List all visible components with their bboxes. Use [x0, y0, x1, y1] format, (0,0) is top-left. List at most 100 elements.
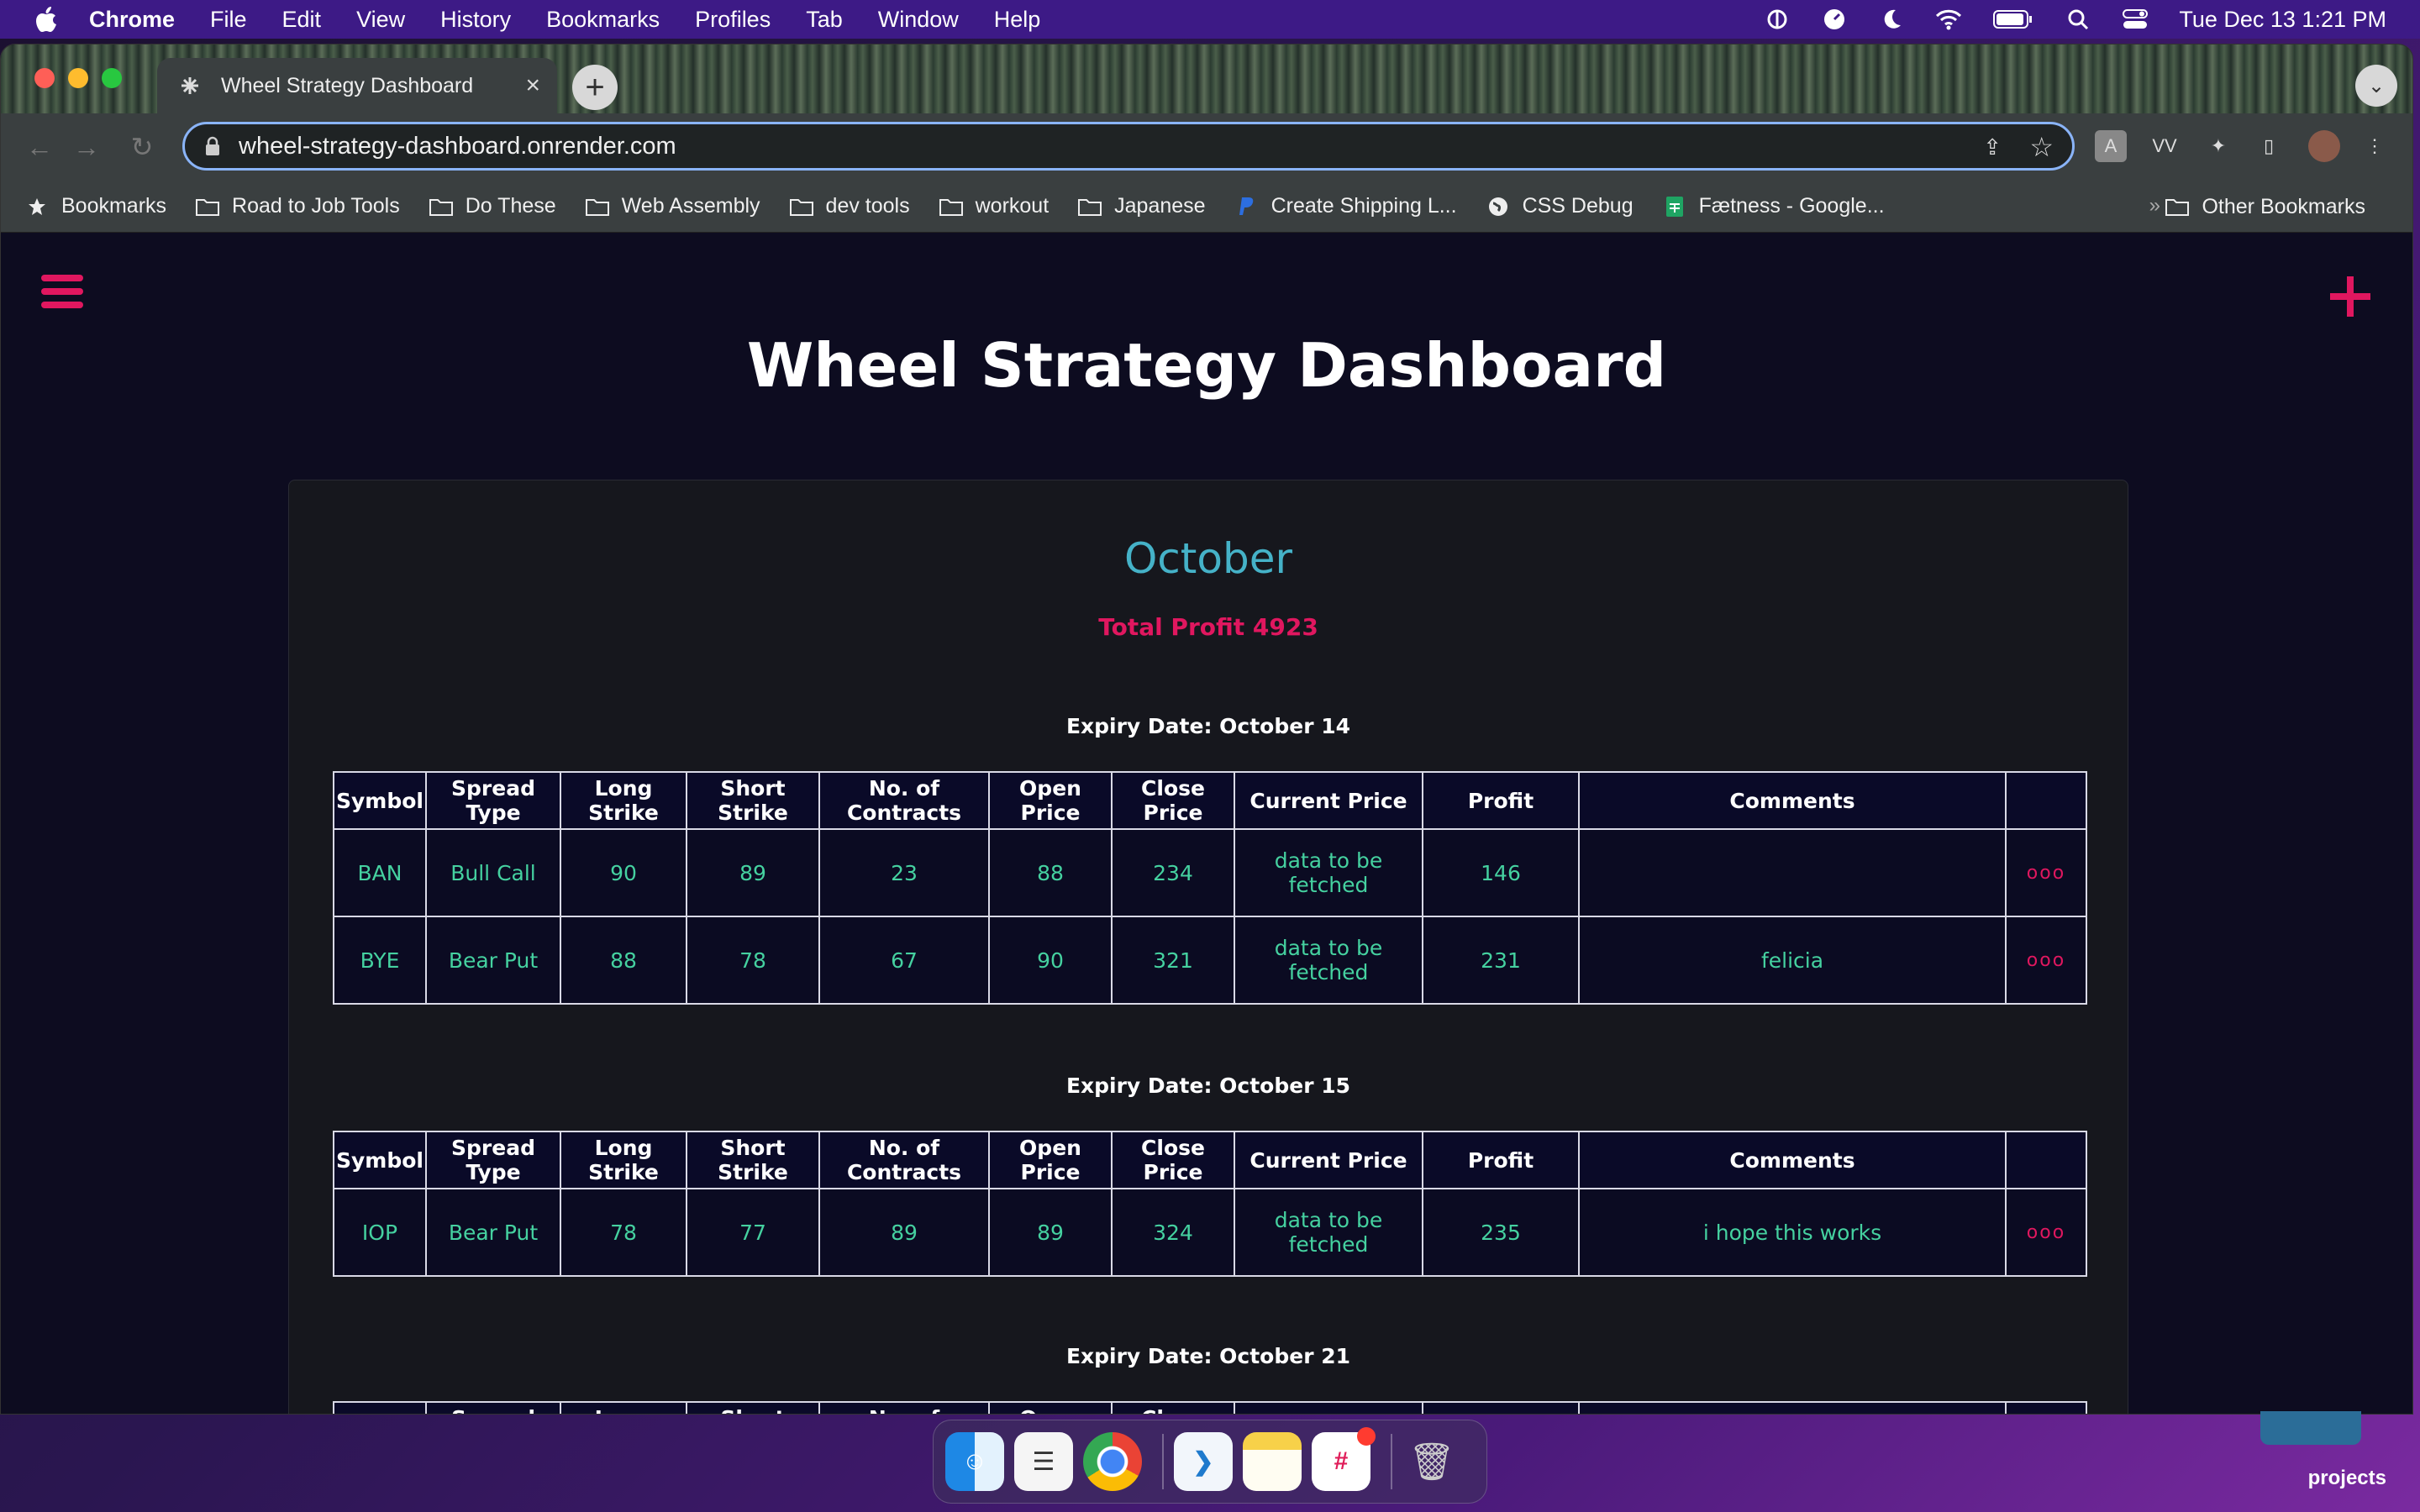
radar-icon[interactable] [1764, 8, 1791, 31]
moon-icon[interactable] [1878, 8, 1905, 31]
address-bar[interactable]: wheel-strategy-dashboard.onrender.com ⇪ … [182, 122, 2075, 171]
column-header: Short Strike [686, 771, 820, 830]
tab-search-chevron-icon[interactable]: ⌄ [2355, 65, 2397, 107]
url-text[interactable]: wheel-strategy-dashboard.onrender.com [239, 133, 676, 160]
menu-file[interactable]: File [210, 7, 247, 33]
reload-icon[interactable]: ↻ [127, 132, 157, 162]
comments-cell: felicia [1578, 916, 2007, 1005]
row-options-icon[interactable]: ooo [2005, 916, 2087, 1005]
dock-separator [1162, 1434, 1164, 1489]
battery-icon[interactable] [1992, 8, 2034, 31]
column-header: Open Price [988, 1131, 1113, 1189]
symbol-cell: BYE [333, 916, 427, 1005]
menu-view[interactable]: View [356, 7, 405, 33]
expiry-date-heading: Expiry Date: October 15 [1065, 1074, 1351, 1098]
menu-edit[interactable]: Edit [282, 7, 322, 33]
row-options-icon[interactable]: ooo [2005, 828, 2087, 917]
active-tab[interactable]: Wheel Strategy Dashboard × [157, 58, 557, 113]
folder-icon [585, 197, 610, 217]
bookmark-item[interactable]: CSS Debug [1486, 194, 1634, 218]
back-arrow-icon[interactable]: ← [24, 132, 55, 162]
column-header: Symbol [333, 1131, 427, 1189]
notes-icon[interactable] [1243, 1432, 1302, 1491]
close-tab-icon[interactable]: × [525, 73, 540, 98]
comments-cell [1578, 828, 2007, 917]
vscode-icon[interactable]: ❯ [1174, 1432, 1233, 1491]
column-header: Long Strike [560, 1401, 687, 1414]
page-content: Wheel Strategy Dashboard October Total P… [1, 233, 2412, 1414]
spotlight-search-icon[interactable] [2065, 8, 2091, 31]
apple-icon[interactable] [34, 7, 59, 32]
bookmark-folder[interactable]: Road to Job Tools [195, 194, 400, 218]
zoom-window-button[interactable] [102, 68, 122, 88]
paypal-icon [1234, 197, 1260, 217]
menu-help[interactable]: Help [994, 7, 1041, 33]
bookmark-folder[interactable]: Web Assembly [585, 194, 760, 218]
bookmark-item[interactable]: Create Shipping L... [1234, 194, 1457, 218]
lock-icon[interactable] [203, 135, 222, 157]
bookmark-label: Create Shipping L... [1270, 194, 1457, 218]
desktop-folder-label[interactable]: projects [2308, 1467, 2386, 1490]
column-header: Comments [1578, 771, 2007, 830]
menu-app-name[interactable]: Chrome [89, 7, 175, 33]
menubar-clock[interactable]: Tue Dec 13 1:21 PM [2179, 7, 2386, 33]
column-header: Profit [1422, 771, 1580, 830]
trades-table: Symbol Spread Type Long Strike Short Str… [333, 771, 2087, 1005]
new-tab-button[interactable]: + [572, 65, 618, 110]
menu-window[interactable]: Window [878, 7, 959, 33]
desktop-folder-icon[interactable] [2260, 1411, 2361, 1445]
row-options-icon[interactable]: ooo [2005, 1188, 2087, 1277]
menu-tab[interactable]: Tab [806, 7, 843, 33]
extension-vv-icon[interactable]: VV [2149, 130, 2181, 162]
expiry-date-heading: Expiry Date: October 14 [1065, 714, 1351, 738]
finder-icon[interactable]: ☺ [945, 1432, 1004, 1491]
symbol-cell: IOP [333, 1188, 427, 1277]
bookmark-item[interactable]: Fætness - Google... [1662, 194, 1885, 218]
menu-history[interactable]: History [440, 7, 511, 33]
chrome-icon[interactable] [1083, 1432, 1142, 1491]
gauge-icon[interactable] [1821, 8, 1848, 31]
bookmark-label: Fætness - Google... [1698, 194, 1885, 218]
column-header: No. of Contracts [818, 1401, 990, 1414]
trash-icon[interactable]: 🗑 [1402, 1432, 1461, 1491]
close-window-button[interactable] [34, 68, 55, 88]
extensions-puzzle-icon[interactable]: ✦ [2202, 130, 2234, 162]
share-icon[interactable]: ⇪ [1983, 134, 2002, 160]
profile-avatar[interactable] [2308, 130, 2340, 162]
slack-icon[interactable]: # [1312, 1427, 1376, 1491]
column-header: Symbol [333, 771, 427, 830]
reminders-icon[interactable]: ☰ [1014, 1432, 1073, 1491]
profit-cell: 231 [1422, 916, 1580, 1005]
wifi-icon[interactable] [1935, 8, 1962, 31]
column-header: Profit [1422, 1131, 1580, 1189]
open-price-cell: 89 [988, 1188, 1113, 1277]
bookmark-folder[interactable]: Japanese [1077, 194, 1206, 218]
other-bookmarks-folder[interactable]: Other Bookmarks [2165, 181, 2365, 233]
menu-profiles[interactable]: Profiles [695, 7, 771, 33]
column-header: Spread Type [425, 1131, 561, 1189]
bookmark-item[interactable]: Bookmarks [24, 194, 166, 218]
bookmarks-bar: Bookmarks Road to Job Tools Do These Web… [1, 181, 2412, 233]
side-panel-icon[interactable]: ▯ [2253, 130, 2285, 162]
folder-icon [429, 197, 454, 217]
bookmark-star-icon[interactable]: ☆ [2029, 131, 2054, 163]
bookmark-folder[interactable]: workout [939, 194, 1049, 218]
bookmark-label: Web Assembly [621, 194, 760, 218]
minimize-window-button[interactable] [68, 68, 88, 88]
extension-translate-icon[interactable]: A [2095, 130, 2127, 162]
more-bookmarks-chevron-icon[interactable]: » [2149, 194, 2160, 218]
spread-type-cell: Bull Call [425, 828, 561, 917]
add-trade-plus-icon[interactable] [2327, 273, 2374, 320]
tab-strip: Wheel Strategy Dashboard × + ⌄ [1, 45, 2412, 113]
hamburger-menu-icon[interactable] [41, 275, 83, 317]
forward-arrow-icon[interactable]: → [71, 132, 102, 162]
bookmark-folder[interactable]: Do These [429, 194, 556, 218]
menu-bookmarks[interactable]: Bookmarks [546, 7, 660, 33]
column-header: Symbol [333, 1401, 427, 1414]
column-header: Current Price [1234, 771, 1423, 830]
bookmark-label: dev tools [825, 194, 910, 218]
browser-menu-icon[interactable]: ⋮ [2359, 130, 2391, 162]
control-center-icon[interactable] [2122, 8, 2149, 31]
close-price-cell: 324 [1111, 1188, 1235, 1277]
bookmark-folder[interactable]: dev tools [789, 194, 910, 218]
